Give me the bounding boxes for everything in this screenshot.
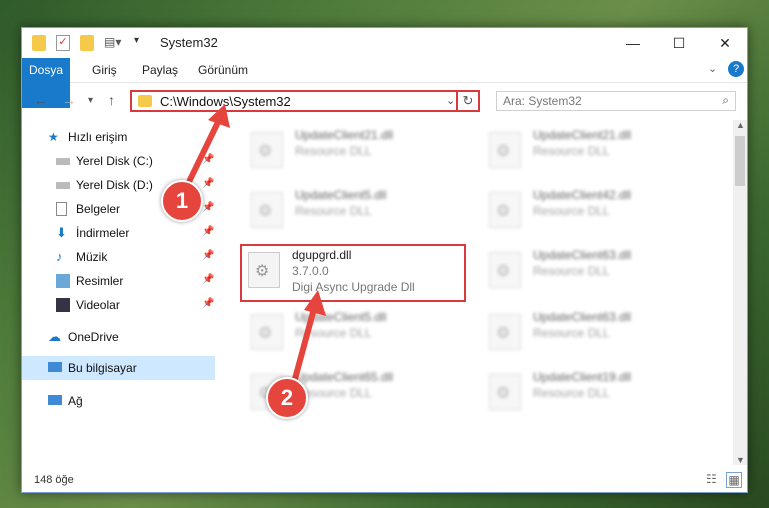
arrow-line bbox=[289, 304, 318, 391]
callout-2: 2 bbox=[266, 377, 308, 419]
annotation-arrows bbox=[183, 104, 326, 391]
arrow-line bbox=[183, 116, 223, 190]
arrow-head bbox=[304, 290, 326, 316]
callout-1: 1 bbox=[161, 180, 203, 222]
